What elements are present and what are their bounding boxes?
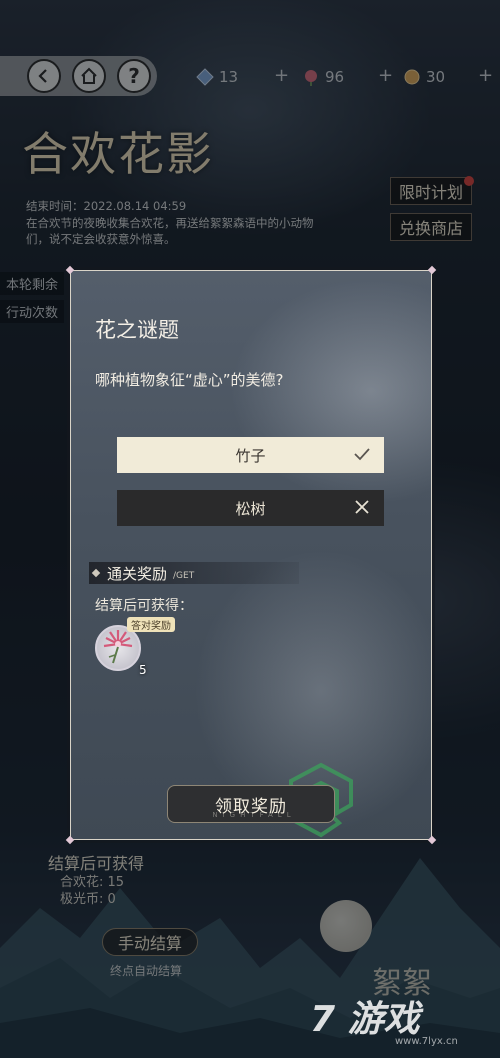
- flower-puzzle-dialog: 花之谜题 哪种植物象征“虚心”的美德? 竹子 松树 通关奖励 /GET 结算后可…: [65, 265, 437, 845]
- correct-answer-reward-tag: 答对奖励: [127, 617, 175, 632]
- cross-icon: [355, 500, 369, 514]
- reward-subtitle: 结算后可获得：: [95, 598, 193, 614]
- option-label: 竹子: [235, 446, 266, 465]
- reward-header: 通关奖励 /GET: [89, 562, 299, 584]
- puzzle-question: 哪种植物象征“虚心”的美德?: [95, 371, 284, 389]
- claim-button-subtext: NIGHTFALL: [212, 811, 296, 819]
- answer-option-wrong[interactable]: 松树: [117, 490, 384, 526]
- hehua-flower-icon: [103, 630, 133, 664]
- reward-header-sub: /GET: [173, 570, 195, 581]
- answer-option-correct[interactable]: 竹子: [117, 437, 384, 473]
- watermark-url: www.7lyx.cn: [395, 1036, 458, 1047]
- reward-header-title: 通关奖励: [107, 564, 168, 583]
- watermark-logo: 7 游戏: [310, 999, 420, 1040]
- diamond-icon: [91, 568, 101, 578]
- dialog-title: 花之谜题: [95, 318, 179, 342]
- reward-item-count: 5: [139, 663, 147, 677]
- option-label: 松树: [235, 499, 266, 518]
- check-icon: [354, 448, 370, 461]
